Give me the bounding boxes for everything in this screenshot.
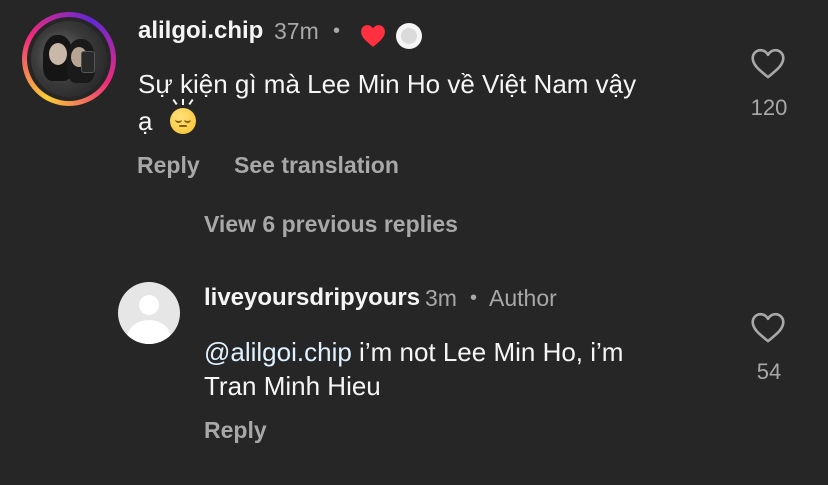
reply-text-line2: Tran Minh Hieu [204, 371, 381, 401]
meta-separator: • [470, 287, 478, 309]
comment-like-count: 120 [750, 95, 788, 120]
avatar-face-left [49, 43, 67, 65]
avatar-gap [27, 17, 111, 101]
author-tag: Author [489, 285, 557, 311]
meta-separator: • [333, 20, 341, 42]
emoji-eye [174, 118, 182, 123]
reply-like-count: 54 [756, 359, 782, 384]
reply-button[interactable]: Reply [137, 152, 200, 179]
reply-time: 3m [425, 285, 457, 311]
reply-button[interactable]: Reply [204, 417, 267, 444]
avatar-phone [81, 51, 95, 73]
comment-text-line2-content: ạ [138, 106, 153, 136]
avatar-photo [31, 21, 107, 97]
heart-outline-icon[interactable] [750, 312, 786, 344]
emoji-eye [183, 118, 191, 123]
emoji-spark [181, 99, 184, 105]
reply-text: @alilgoi.chip i’m not Lee Min Ho, i’m [204, 334, 744, 370]
reply-username[interactable]: liveyoursdripyours [204, 284, 420, 312]
avatar-placeholder-body [127, 320, 171, 344]
heart-outline-icon[interactable] [750, 48, 786, 80]
comment-time: 37m [274, 18, 319, 44]
pensive-face-emoji [169, 98, 196, 134]
comment-text-line2: ạ [138, 98, 196, 139]
reply-text-content: i’m not Lee Min Ho, i’m [359, 337, 624, 367]
creator-avatar-icon [396, 23, 422, 49]
view-previous-replies-button[interactable]: View 6 previous replies [204, 211, 458, 238]
creator-avatar-center [401, 28, 417, 44]
reply-avatar[interactable] [118, 282, 180, 344]
comment-text: Sự kiện gì mà Lee Min Ho về Việt Nam vậy [138, 69, 637, 99]
commenter-avatar[interactable] [22, 12, 116, 106]
see-translation-button[interactable]: See translation [234, 152, 399, 179]
emoji-mouth [178, 125, 187, 127]
avatar-placeholder-head [139, 295, 159, 315]
mention-link[interactable]: @alilgoi.chip [204, 337, 352, 367]
comment-username[interactable]: alilgoi.chip [138, 17, 263, 45]
heart-filled-icon [361, 25, 385, 47]
